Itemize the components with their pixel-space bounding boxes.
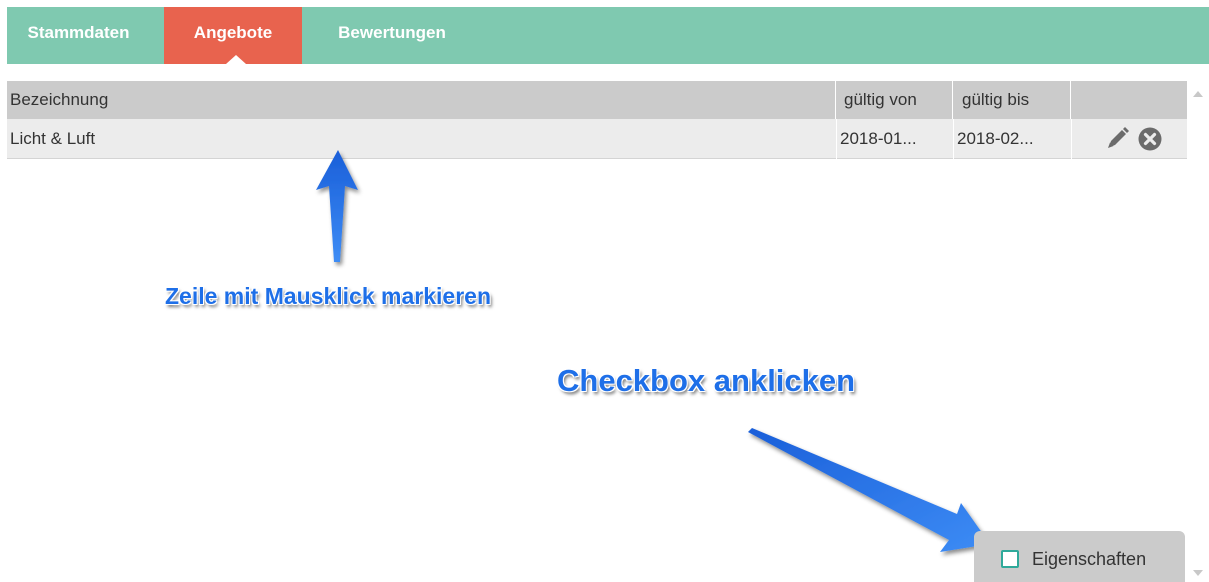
tab-bar: Stammdaten Angebote Bewertungen: [7, 7, 1209, 64]
scroll-down-icon[interactable]: [1193, 570, 1203, 576]
table-row[interactable]: Licht & Luft 2018-01... 2018-02...: [7, 119, 1187, 159]
active-tab-caret-icon: [226, 55, 246, 64]
app-root: Stammdaten Angebote Bewertungen Bezeichn…: [0, 0, 1209, 582]
pencil-icon[interactable]: [1105, 127, 1131, 151]
tab-angebote[interactable]: Angebote: [164, 7, 302, 64]
close-circle-icon[interactable]: [1137, 126, 1163, 152]
annotation-row-hint: Zeile mit Mausklick markieren: [165, 283, 491, 309]
properties-toggle-panel[interactable]: Eigenschaften: [974, 531, 1185, 582]
annotation-checkbox-hint: Checkbox anklicken: [557, 363, 856, 398]
properties-checkbox-label[interactable]: Eigenschaften: [1032, 547, 1146, 571]
header-bezeichnung[interactable]: Bezeichnung: [7, 81, 836, 119]
vertical-scrollbar[interactable]: [1187, 81, 1209, 582]
offers-table: Bezeichnung gültig von gültig bis Licht …: [7, 81, 1187, 582]
tab-angebote-label: Angebote: [193, 23, 273, 42]
properties-checkbox[interactable]: [1001, 550, 1019, 568]
cell-gueltig-von: 2018-01...: [836, 119, 953, 159]
tab-stammdaten[interactable]: Stammdaten: [7, 7, 150, 64]
cell-gueltig-bis: 2018-02...: [953, 119, 1071, 159]
header-gueltig-von[interactable]: gültig von: [836, 81, 953, 119]
header-actions: [1071, 81, 1187, 119]
tab-bewertungen[interactable]: Bewertungen: [312, 7, 472, 64]
cell-bezeichnung: Licht & Luft: [10, 129, 96, 148]
table-header: Bezeichnung gültig von gültig bis: [7, 81, 1187, 119]
scroll-up-icon[interactable]: [1193, 91, 1203, 97]
header-gueltig-bis[interactable]: gültig bis: [953, 81, 1071, 119]
